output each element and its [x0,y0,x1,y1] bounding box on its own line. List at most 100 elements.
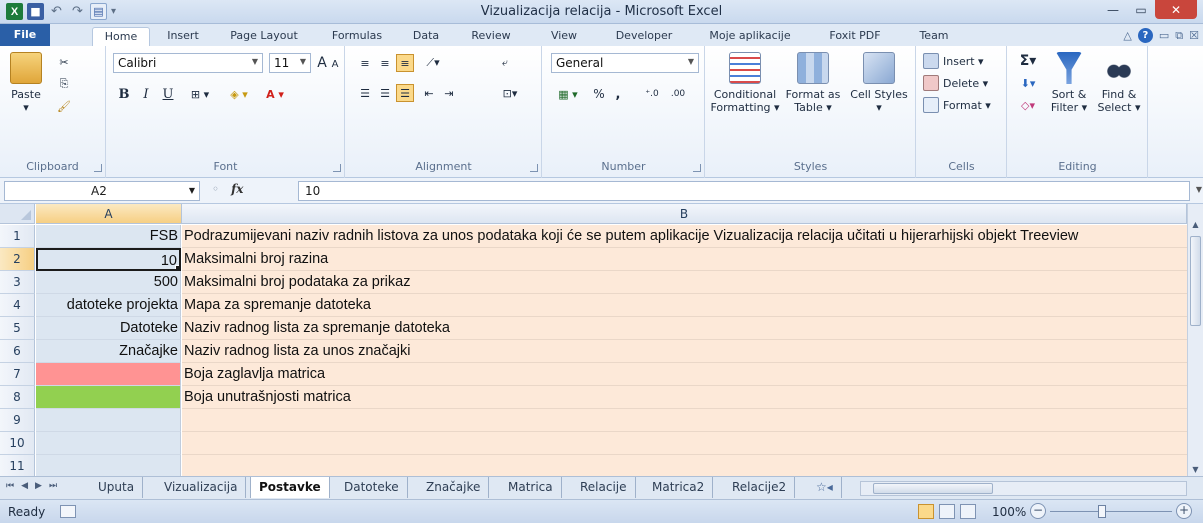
vertical-scrollbar[interactable]: ▲ ▼ [1187,204,1203,476]
row-header[interactable]: 2 [0,248,35,271]
insert-cells-button[interactable]: Insert ▾ [923,52,1003,70]
align-left-icon[interactable]: ☰ [356,84,374,102]
align-middle-icon[interactable]: ≡ [376,54,394,72]
cell-a[interactable]: datoteke projekta [36,294,181,317]
format-as-table-button[interactable]: Format as Table ▾ [780,52,846,114]
sheet-tab-postavke[interactable]: Postavke [250,477,330,498]
cell-b[interactable]: Podrazumijevani naziv radnih listova za … [182,225,1187,248]
next-sheet-icon[interactable]: ▶ [35,481,42,491]
align-right-icon[interactable]: ☰ [396,84,414,102]
zoom-level[interactable]: 100% [992,505,1026,519]
row-header[interactable]: 10 [0,432,35,455]
orientation-icon[interactable]: ⟋▾ [420,54,446,72]
zoom-slider[interactable] [1050,511,1172,512]
percent-button[interactable]: % [591,84,607,104]
select-all-button[interactable] [0,204,35,224]
paste-button[interactable]: Paste ▾ [6,52,46,114]
number-launcher-icon[interactable] [693,164,701,172]
page-layout-view-icon[interactable] [939,504,955,519]
number-format-combo[interactable]: General ▼ [551,53,699,73]
tab-foxit-pdf[interactable]: Foxit PDF [822,27,888,46]
italic-button[interactable]: I [137,84,155,104]
font-color-icon[interactable]: A ▾ [259,84,291,104]
row-header[interactable]: 4 [0,294,35,317]
align-top-icon[interactable]: ≡ [356,54,374,72]
tab-insert[interactable]: Insert [160,27,206,46]
tab-home[interactable]: Home [92,27,150,46]
tab-data[interactable]: Data [408,27,444,46]
find-select-button[interactable]: Find & Select ▾ [1094,52,1144,114]
cell-b[interactable] [182,432,1187,455]
cell-a[interactable] [36,386,181,409]
font-name-combo[interactable]: Calibri ▼ [113,53,263,73]
cell-b[interactable] [182,409,1187,432]
wrap-text-icon[interactable]: ⤶ [496,54,514,72]
cell-styles-button[interactable]: Cell Styles ▾ [846,52,912,114]
fill-color-icon[interactable]: ◈ ▾ [223,84,255,104]
align-center-icon[interactable]: ☰ [376,84,394,102]
accounting-format-icon[interactable]: ▦ ▾ [553,84,583,104]
cell-a[interactable]: 10 [36,248,181,271]
cell-a[interactable]: 500 [36,271,181,294]
row-header[interactable]: 5 [0,317,35,340]
row-header[interactable]: 3 [0,271,35,294]
normal-view-icon[interactable] [918,504,934,519]
column-header-a[interactable]: A [36,204,182,224]
page-break-view-icon[interactable] [960,504,976,519]
minimize-ribbon-icon[interactable]: △ [1123,29,1131,42]
minimize-icon[interactable]: — [1099,0,1127,19]
tab-developer[interactable]: Developer [606,27,682,46]
row-header[interactable]: 6 [0,340,35,363]
restore-icon[interactable]: ▭ [1127,0,1155,19]
sort-filter-button[interactable]: Sort & Filter ▾ [1044,52,1094,114]
sheet-tab-relacije[interactable]: Relacije [572,477,636,498]
cut-icon[interactable]: ✂ [56,54,72,70]
format-cells-button[interactable]: Format ▾ [923,96,1003,114]
vertical-scroll-thumb[interactable] [1190,236,1201,326]
cell-b[interactable]: Naziv radnog lista za spremanje datoteka [182,317,1187,340]
horizontal-scrollbar[interactable] [860,481,1187,496]
scroll-up-icon[interactable]: ▲ [1190,220,1201,229]
sheet-tab-znacajke[interactable]: Značajke [418,477,490,498]
tab-formulas[interactable]: Formulas [326,27,388,46]
increase-indent-icon[interactable]: ⇥ [440,84,458,102]
doc-close-icon[interactable]: ☒ [1189,29,1199,42]
underline-button[interactable]: U [159,84,177,104]
cell-b[interactable]: Maksimalni broj razina [182,248,1187,271]
doc-minimize-icon[interactable]: ▭ [1159,29,1169,42]
close-icon[interactable]: ✕ [1155,0,1197,19]
first-sheet-icon[interactable]: ⏮ [6,481,14,491]
conditional-formatting-button[interactable]: Conditional Formatting ▾ [706,52,784,114]
sheet-tab-uputa[interactable]: Uputa [90,477,144,498]
tab-team[interactable]: Team [912,27,956,46]
tab-review[interactable]: Review [466,27,516,46]
increase-decimal-icon[interactable]: ⁺.0 [641,84,663,104]
tab-view[interactable]: View [544,27,584,46]
insert-function-button[interactable]: fx [231,182,243,196]
row-header[interactable]: 1 [0,225,35,248]
borders-icon[interactable]: ⊞ ▾ [185,84,215,104]
doc-restore-icon[interactable]: ⧉ [1175,29,1183,43]
row-header[interactable]: 8 [0,386,35,409]
cell-a[interactable]: Značajke [36,340,181,363]
decrease-indent-icon[interactable]: ⇤ [420,84,438,102]
tab-file[interactable]: File [0,24,50,46]
name-box[interactable]: A2 ▼ [4,181,200,201]
sheet-tab-vizualizacija[interactable]: Vizualizacija [156,477,247,498]
merge-center-icon[interactable]: ⊡▾ [496,84,524,102]
sheet-tab-matrica[interactable]: Matrica [500,477,562,498]
cell-b[interactable]: Boja zaglavlja matrica [182,363,1187,386]
expand-formula-bar-icon[interactable]: ▼ [1196,185,1202,194]
sheet-tab-datoteke[interactable]: Datoteke [336,477,408,498]
cell-b[interactable]: Naziv radnog lista za unos značajki [182,340,1187,363]
row-header[interactable]: 9 [0,409,35,432]
cell-b[interactable]: Boja unutrašnjosti matrica [182,386,1187,409]
decrease-decimal-icon[interactable]: .00 [667,84,689,104]
help-icon[interactable]: ? [1137,28,1153,43]
comma-button[interactable]: , [611,84,625,104]
align-bottom-icon[interactable]: ≡ [396,54,414,72]
zoom-out-icon[interactable]: − [1030,503,1046,519]
font-launcher-icon[interactable] [333,164,341,172]
insert-sheet-icon[interactable]: ☆◂ [808,477,842,498]
macro-recording-icon[interactable] [60,505,76,518]
